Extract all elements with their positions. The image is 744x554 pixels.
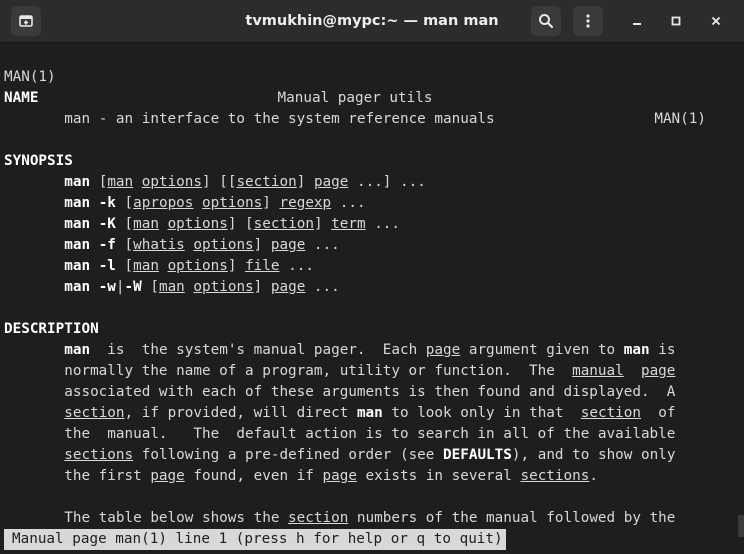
- scrollbar[interactable]: [738, 515, 744, 537]
- search-button[interactable]: [531, 6, 561, 36]
- synopsis-line: man -k [apropos options] regexp ...: [64, 195, 366, 211]
- description-line: section, if provided, will direct man to…: [64, 405, 676, 421]
- description-line: man is the system's manual pager. Each p…: [64, 342, 676, 358]
- terminal-content[interactable]: MAN(1) Manual pager utils MAN(1) NAME ma…: [0, 43, 744, 554]
- header-center: Manual pager utils: [277, 90, 433, 106]
- close-button[interactable]: [701, 6, 731, 36]
- synopsis-line: man -l [man options] file ...: [64, 258, 314, 274]
- synopsis-line: man -f [whatis options] page ...: [64, 237, 340, 253]
- synopsis-line: man [man options] [[section] page ...] .…: [64, 174, 426, 190]
- minimize-icon: [633, 23, 641, 25]
- section-heading-description: DESCRIPTION: [4, 321, 99, 337]
- synopsis-line: man -K [man options] [section] term ...: [64, 216, 401, 232]
- section-heading-synopsis: SYNOPSIS: [4, 153, 73, 169]
- close-icon: [711, 16, 721, 26]
- description-line: The table below shows the section number…: [4, 510, 676, 526]
- header-right: MAN(1): [654, 111, 706, 127]
- title-bar: tvmukhin@mypc:~ — man man: [0, 0, 744, 43]
- description-line: normally the name of a program, utility …: [4, 363, 676, 379]
- header-left: MAN(1): [4, 69, 56, 85]
- maximize-icon: [671, 16, 681, 26]
- section-heading-name: NAME: [4, 90, 39, 106]
- terminal-window: tvmukhin@mypc:~ — man man MAN(1) Manual …: [0, 0, 744, 554]
- minimize-button[interactable]: [622, 6, 652, 36]
- maximize-button[interactable]: [661, 6, 691, 36]
- description-line: the first page found, even if page exist…: [4, 468, 598, 484]
- synopsis-line: man -w|-W [man options] page ...: [64, 279, 340, 295]
- description-line: sections following a pre-defined order (…: [64, 447, 676, 463]
- description-line: the manual. The default action is to sea…: [4, 426, 676, 442]
- man-page-header: MAN(1) Manual pager utils MAN(1): [0, 46, 744, 127]
- kebab-menu-icon: [586, 14, 590, 28]
- menu-button[interactable]: [573, 6, 603, 36]
- pager-status-line: Manual page man(1) line 1 (press h for h…: [4, 529, 506, 550]
- name-description: man - an interface to the system referen…: [64, 111, 495, 127]
- search-icon: [539, 14, 554, 29]
- description-line: associated with each of these arguments …: [4, 384, 676, 400]
